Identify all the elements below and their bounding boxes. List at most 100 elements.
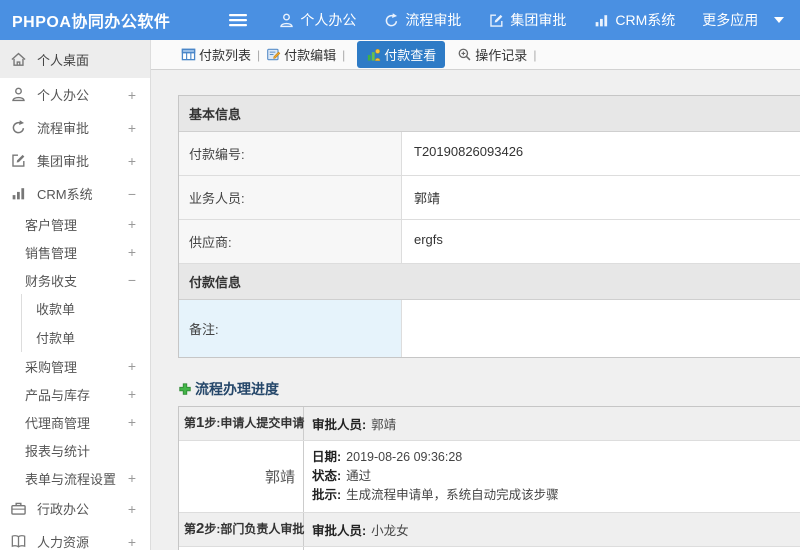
nav-label: 更多应用 [702, 12, 759, 28]
sidebar-item-label: 个人桌面 [37, 52, 90, 68]
expand-toggle[interactable]: + [128, 216, 144, 232]
green-plus-icon [178, 382, 192, 396]
sidebar-item-workflow-approval[interactable]: 流程审批 + [0, 111, 150, 144]
expand-toggle[interactable]: + [128, 501, 144, 517]
table-icon [181, 47, 196, 62]
step-suffix: 步:部门负责人审批 [204, 522, 305, 536]
field-value-payment-number: T20190826093426 [402, 132, 800, 175]
sidebar-item-label: 个人办公 [37, 88, 90, 103]
tab-bar: 付款列表 | 付款编辑 | 付款查看 操作记录 | [151, 40, 800, 70]
sidebar-item-human-resources[interactable]: 人力资源 + [0, 525, 150, 550]
sidebar-item-personal-office[interactable]: 个人办公 + [0, 78, 150, 111]
step-approver-cell: 审批人员: 郭靖 [304, 407, 800, 440]
tab-separator: | [342, 47, 346, 62]
process-progress-heading: 流程办理进度 [178, 379, 800, 399]
step-title: 第1步:申请人提交申请 [179, 407, 304, 440]
expand-toggle[interactable]: + [128, 470, 144, 486]
book-icon [10, 533, 27, 550]
comment-label: 批示: [312, 488, 342, 502]
expand-toggle[interactable]: + [128, 386, 144, 402]
expand-toggle[interactable]: + [128, 87, 144, 103]
sidebar-item-receipt-order[interactable]: 收款单 [21, 294, 150, 323]
edit-doc-icon [266, 47, 281, 62]
sidebar-item-label: 代理商管理 [25, 415, 91, 431]
expand-toggle[interactable]: + [128, 414, 144, 430]
sidebar-item-label: 销售管理 [25, 245, 78, 261]
sidebar-item-customer-mgmt[interactable]: 客户管理 + [0, 210, 150, 238]
expand-toggle[interactable]: + [128, 358, 144, 374]
chart-icon [593, 12, 610, 29]
sidebar: 个人桌面 个人办公 + 流程审批 + 集团审批 + CRM系统 − 客户管理 +… [0, 40, 151, 550]
sidebar-item-label: 客户管理 [25, 217, 78, 233]
field-value-business-person: 郭靖 [402, 176, 800, 219]
approver-signature: 郭靖 [179, 441, 304, 512]
tab-payment-view[interactable]: 付款查看 [357, 41, 446, 68]
tab-separator: | [533, 47, 537, 62]
section-header-payment-info: 付款信息 [179, 264, 800, 300]
sidebar-item-label: 付款单 [36, 331, 76, 346]
tab-separator: | [257, 47, 261, 62]
edit-icon [10, 152, 27, 169]
sidebar-item-personal-desktop[interactable]: 个人桌面 [0, 40, 150, 78]
main-content: 付款列表 | 付款编辑 | 付款查看 操作记录 | 基本信息 付款编号: T20… [151, 40, 800, 550]
tab-payment-edit[interactable]: 付款编辑 [266, 45, 336, 64]
chart-icon [10, 185, 27, 202]
sidebar-item-product-inventory[interactable]: 产品与库存 + [0, 380, 150, 408]
comment-value: 生成流程申请单，系统自动完成该步骤 [346, 488, 559, 502]
tab-label: 操作记录 [475, 48, 528, 63]
nav-workflow-approval[interactable]: 流程审批 [383, 10, 461, 30]
table-row: 付款编号: T20190826093426 [179, 132, 800, 176]
sidebar-item-label: 行政办公 [37, 502, 90, 517]
caret-down-icon [774, 17, 785, 23]
sidebar-item-label: 人力资源 [37, 535, 90, 550]
table-row: 备注: [179, 300, 800, 357]
sidebar-item-group-approval[interactable]: 集团审批 + [0, 144, 150, 177]
nav-crm-system[interactable]: CRM系统 [593, 10, 675, 30]
sidebar-item-admin-office[interactable]: 行政办公 + [0, 492, 150, 525]
sidebar-item-agent-mgmt[interactable]: 代理商管理 + [0, 408, 150, 436]
collapse-toggle[interactable]: − [128, 272, 144, 288]
sidebar-item-crm-system[interactable]: CRM系统 − [0, 177, 150, 210]
nav-label: CRM系统 [615, 12, 676, 28]
menu-icon[interactable] [228, 12, 248, 28]
field-label-remark: 备注: [179, 300, 402, 357]
expand-toggle[interactable]: + [128, 120, 144, 136]
sidebar-item-finance[interactable]: 财务收支 − [0, 266, 150, 294]
sidebar-item-form-workflow-settings[interactable]: 表单与流程设置 + [0, 464, 150, 492]
approver-name: 郭靖 [371, 418, 397, 432]
sidebar-item-label: 产品与库存 [25, 387, 91, 403]
step-title: 第2步:部门负责人审批 [179, 513, 304, 546]
tab-label: 付款查看 [384, 48, 437, 63]
app-title: PHPOA协同办公软件 [12, 14, 171, 31]
collapse-toggle[interactable]: − [128, 186, 144, 202]
tab-operation-log[interactable]: 操作记录 [457, 45, 527, 64]
sidebar-item-reports-stats[interactable]: 报表与统计 [0, 436, 150, 464]
expand-toggle[interactable]: + [128, 534, 144, 550]
status-label: 状态: [312, 469, 342, 483]
nav-personal-office[interactable]: 个人办公 [278, 10, 356, 30]
nav-group-approval[interactable]: 集团审批 [488, 10, 566, 30]
step-status-line: 状态: 通过 [312, 467, 792, 486]
nav-more-apps[interactable]: 更多应用 [702, 10, 785, 30]
payment-info-table: 基本信息 付款编号: T20190826093426 业务人员: 郭靖 供应商:… [178, 95, 800, 358]
sidebar-item-label: 采购管理 [25, 359, 78, 375]
nav-label: 流程审批 [405, 12, 462, 28]
sidebar-item-purchase-mgmt[interactable]: 采购管理 + [0, 352, 150, 380]
step-approver-cell: 审批人员: 小龙女 [304, 513, 800, 546]
sidebar-item-payment-order[interactable]: 付款单 [21, 323, 150, 352]
expand-toggle[interactable]: + [128, 153, 144, 169]
approver-label: 审批人员: [312, 524, 367, 538]
user-icon [10, 86, 27, 103]
nav-label: 集团审批 [510, 12, 567, 28]
sidebar-item-label: 集团审批 [37, 154, 90, 169]
tab-payment-list[interactable]: 付款列表 [181, 45, 251, 64]
sidebar-item-sales-mgmt[interactable]: 销售管理 + [0, 238, 150, 266]
zoom-icon [457, 47, 472, 62]
table-row: 业务人员: 郭靖 [179, 176, 800, 220]
sidebar-item-label: 收款单 [36, 302, 76, 317]
sidebar-item-label: 报表与统计 [25, 443, 91, 459]
sidebar-item-label: 表单与流程设置 [25, 471, 117, 487]
date-label: 日期: [312, 450, 342, 464]
process-icon [10, 119, 27, 136]
expand-toggle[interactable]: + [128, 244, 144, 260]
